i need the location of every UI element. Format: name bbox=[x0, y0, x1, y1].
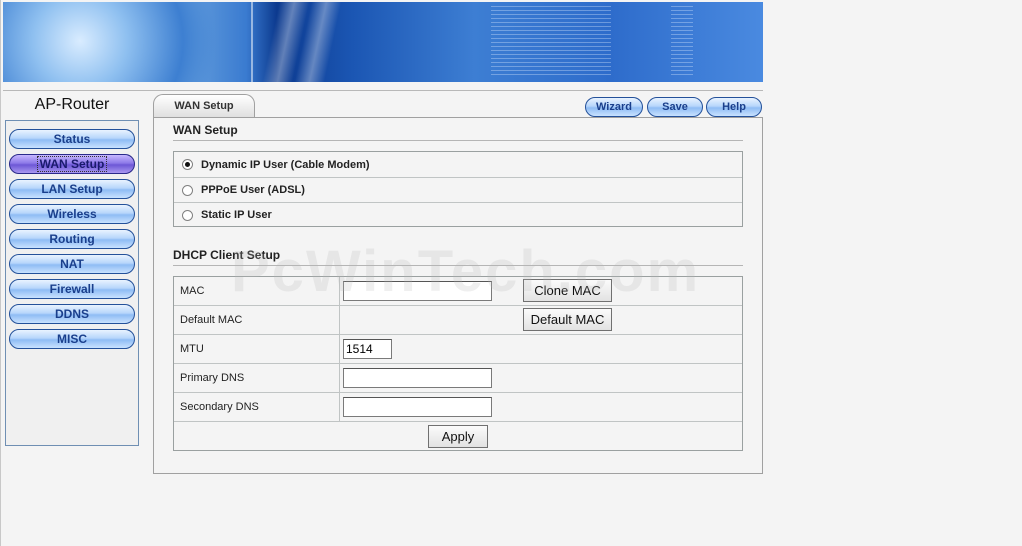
column-divider bbox=[339, 393, 340, 422]
mac-label: MAC bbox=[180, 285, 205, 297]
table-row: MTU 1514 bbox=[174, 335, 742, 364]
secondary-dns-input[interactable] bbox=[343, 397, 492, 417]
radio-dynamic-ip[interactable] bbox=[182, 159, 193, 170]
router-admin-page: AP-Router Status WAN Setup LAN Setup Wir… bbox=[0, 0, 1022, 546]
dhcp-settings-table: MAC Clone MAC Default MAC Default MAC MT… bbox=[173, 276, 743, 451]
header-banner bbox=[3, 2, 763, 82]
wizard-button[interactable]: Wizard bbox=[585, 97, 643, 117]
nav-label: DDNS bbox=[54, 307, 89, 321]
globe-graphic bbox=[3, 2, 223, 82]
option-label: PPPoE User (ADSL) bbox=[201, 184, 305, 196]
nav-misc-button[interactable]: MISC bbox=[9, 329, 135, 349]
nav-label: MISC bbox=[57, 332, 87, 346]
wan-heading-rule bbox=[173, 140, 743, 141]
clone-mac-button[interactable]: Clone MAC bbox=[523, 279, 612, 302]
option-label: Dynamic IP User (Cable Modem) bbox=[201, 158, 370, 171]
nav-routing-button[interactable]: Routing bbox=[9, 229, 135, 249]
connection-type-group: Dynamic IP User (Cable Modem) PPPoE User… bbox=[173, 151, 743, 227]
tab-wan-setup[interactable]: WAN Setup bbox=[153, 94, 255, 118]
radio-static-ip[interactable] bbox=[182, 209, 193, 221]
nav-label: Firewall bbox=[49, 282, 95, 296]
table-row: Default MAC Default MAC bbox=[174, 306, 742, 335]
table-row: MAC Clone MAC bbox=[174, 277, 742, 306]
help-button[interactable]: Help bbox=[706, 97, 762, 117]
secondary-dns-label: Secondary DNS bbox=[180, 401, 259, 413]
save-button[interactable]: Save bbox=[647, 97, 703, 117]
option-dynamic-ip[interactable]: Dynamic IP User (Cable Modem) bbox=[174, 152, 742, 177]
nav-nat-button[interactable]: NAT bbox=[9, 254, 135, 274]
nav-label: Routing bbox=[49, 232, 95, 246]
primary-dns-input[interactable] bbox=[343, 368, 492, 388]
option-static-ip[interactable]: Static IP User bbox=[174, 202, 742, 227]
nav-label: Wireless bbox=[47, 207, 97, 221]
mtu-label: MTU bbox=[180, 343, 204, 355]
column-divider bbox=[339, 277, 340, 306]
dhcp-heading-rule bbox=[173, 265, 743, 266]
mtu-input[interactable]: 1514 bbox=[343, 339, 392, 359]
sidebar-nav: Status WAN Setup LAN Setup Wireless Rout… bbox=[5, 120, 139, 446]
nav-label: WAN Setup bbox=[36, 156, 108, 172]
primary-dns-label: Primary DNS bbox=[180, 372, 245, 384]
banner-text-texture bbox=[491, 6, 611, 78]
nav-label: Status bbox=[53, 132, 91, 146]
table-row: Primary DNS bbox=[174, 364, 742, 393]
option-label: Static IP User bbox=[201, 209, 272, 221]
dhcp-client-heading: DHCP Client Setup bbox=[173, 248, 281, 262]
nav-label: NAT bbox=[60, 257, 84, 271]
column-divider bbox=[339, 306, 340, 335]
column-divider bbox=[339, 335, 340, 364]
default-mac-label: Default MAC bbox=[180, 314, 243, 326]
column-divider bbox=[339, 364, 340, 393]
apply-button[interactable]: Apply bbox=[428, 425, 488, 448]
nav-status-button[interactable]: Status bbox=[9, 129, 135, 149]
nav-wan-setup-button[interactable]: WAN Setup bbox=[9, 154, 135, 174]
nav-firewall-button[interactable]: Firewall bbox=[9, 279, 135, 299]
mac-input[interactable] bbox=[343, 281, 492, 301]
nav-ddns-button[interactable]: DDNS bbox=[9, 304, 135, 324]
banner-text-texture bbox=[671, 6, 693, 78]
radio-pppoe[interactable] bbox=[182, 184, 193, 196]
header-divider bbox=[3, 90, 763, 91]
table-row: Secondary DNS bbox=[174, 393, 742, 422]
nav-wireless-button[interactable]: Wireless bbox=[9, 204, 135, 224]
nav-label: LAN Setup bbox=[41, 182, 103, 196]
default-mac-button[interactable]: Default MAC bbox=[523, 308, 612, 331]
option-pppoe[interactable]: PPPoE User (ADSL) bbox=[174, 177, 742, 202]
brand-title: AP-Router bbox=[34, 96, 110, 113]
nav-lan-setup-button[interactable]: LAN Setup bbox=[9, 179, 135, 199]
table-row: Apply bbox=[174, 422, 742, 451]
banner-divider bbox=[251, 2, 253, 82]
wan-setup-heading: WAN Setup bbox=[173, 123, 238, 137]
